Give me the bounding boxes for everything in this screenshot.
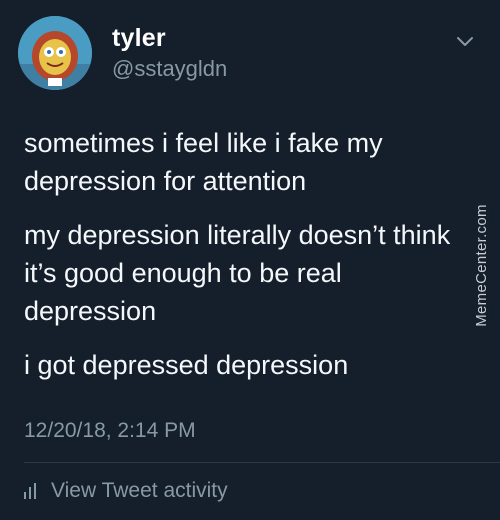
display-name[interactable]: tyler (112, 24, 166, 53)
chevron-down-icon[interactable] (455, 34, 475, 48)
avatar[interactable] (18, 16, 92, 90)
view-tweet-activity-button[interactable]: View Tweet activity (24, 476, 228, 506)
watermark: MemeCenter.com (469, 195, 493, 335)
tweet-timestamp[interactable]: 12/20/18, 2:14 PM (24, 419, 196, 443)
tweet-paragraph: i got depressed depression (24, 350, 349, 380)
user-handle[interactable]: @sstaygldn (112, 56, 227, 82)
divider (24, 462, 500, 463)
tweet-text: sometimes i feel like i fake my depressi… (24, 124, 464, 400)
spongebob-avatar-icon (18, 16, 92, 90)
bar-chart-icon (24, 483, 39, 499)
tweet-paragraph: my depression literally doesn’t think it… (24, 220, 451, 326)
view-tweet-activity-label: View Tweet activity (51, 479, 228, 502)
watermark-text: MemeCenter.com (472, 203, 490, 327)
tweet-paragraph: sometimes i feel like i fake my depressi… (24, 128, 383, 196)
